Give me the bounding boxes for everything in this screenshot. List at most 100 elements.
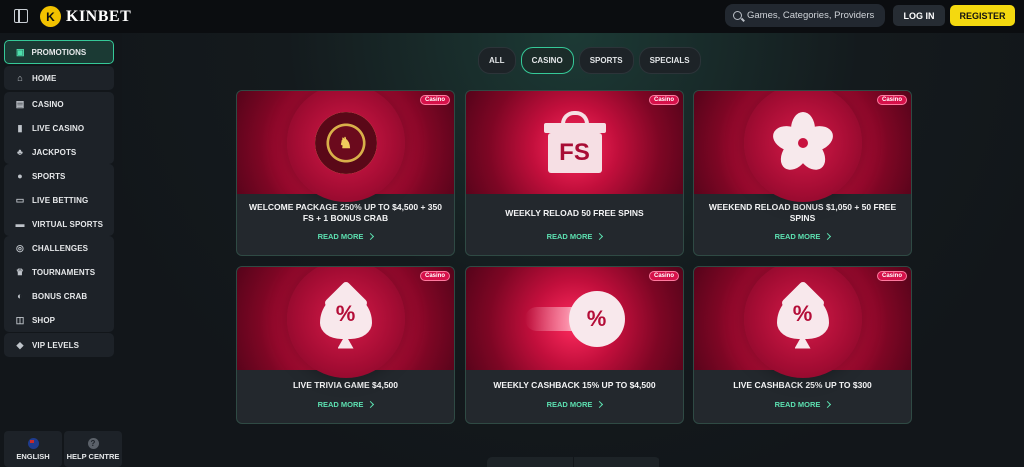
footer-tabs-partial: [487, 457, 660, 467]
promo-card[interactable]: % Casino LIVE TRIVIA GAME $4,500 READ MO…: [236, 266, 455, 424]
sidebar-item-label: CASINO: [32, 99, 64, 109]
read-more-label: READ MORE: [546, 232, 593, 241]
sidebar-item-label: JACKPOTS: [32, 147, 77, 157]
sidebar-item-jackpots[interactable]: ♣ JACKPOTS: [4, 140, 114, 164]
search-box[interactable]: [725, 4, 885, 27]
sidebar-item-label: PROMOTIONS: [31, 47, 87, 57]
sidebar-item-vip-levels[interactable]: ◆ VIP LEVELS: [4, 333, 114, 357]
help-label: HELP CENTRE: [66, 451, 120, 461]
promo-image: % Casino: [466, 267, 683, 370]
sidebar-item-label: VIRTUAL SPORTS: [32, 219, 104, 229]
promo-card[interactable]: Casino WEEKEND RELOAD BONUS $1,050 + 50 …: [693, 90, 912, 256]
promo-image: FS Casino: [466, 91, 683, 194]
tab-all[interactable]: ALL: [478, 47, 516, 74]
help-centre-button[interactable]: ? HELP CENTRE: [64, 431, 122, 467]
logo[interactable]: K KINBET: [40, 6, 131, 27]
sidebar-item-label: CHALLENGES: [32, 243, 89, 253]
sidebar-item-bonus-crab[interactable]: ◐ BONUS CRAB: [4, 284, 114, 308]
sidebar-footer: ENGLISH ? HELP CENTRE: [4, 431, 122, 467]
sidebar-item-sports[interactable]: ● SPORTS: [4, 164, 114, 188]
read-more-link[interactable]: READ MORE: [237, 232, 454, 241]
read-more-label: READ MORE: [546, 400, 593, 409]
promo-image: Casino: [694, 91, 911, 202]
read-more-link[interactable]: READ MORE: [237, 400, 454, 409]
logo-text: KINBET: [66, 7, 132, 25]
sidebar-item-live-casino[interactable]: ▮ LIVE CASINO: [4, 116, 114, 140]
sidebar-item-live-betting[interactable]: ▭ LIVE BETTING: [4, 188, 114, 212]
sidebar-item-label: SPORTS: [32, 171, 66, 181]
casino-chip-icon: ♞: [314, 111, 377, 174]
flower-icon: [769, 111, 836, 175]
slot-machine-icon: ▤: [15, 98, 25, 109]
promo-title: WEEKLY RELOAD 50 FREE SPINS: [505, 207, 644, 218]
read-more-link[interactable]: READ MORE: [694, 232, 911, 241]
home-icon: ⌂: [17, 73, 23, 83]
promo-card[interactable]: % Casino LIVE CASHBACK 25% UP TO $300 RE…: [693, 266, 912, 424]
chevron-right-icon: [824, 232, 832, 241]
chevron-right-icon: [596, 400, 604, 409]
sidebar: ▣ PROMOTIONS ⌂ HOME ▤ CASINO ▮ LIVE CASI…: [0, 33, 122, 467]
sidebar-item-label: VIP LEVELS: [32, 340, 80, 350]
australia-flag-icon: [27, 437, 39, 449]
chevron-right-icon: [367, 232, 375, 241]
login-button[interactable]: LOG IN: [893, 5, 945, 26]
footer-tab[interactable]: [574, 457, 660, 467]
read-more-link[interactable]: READ MORE: [466, 232, 683, 241]
clover-icon: ♣: [16, 147, 23, 157]
tab-sports[interactable]: SPORTS: [578, 47, 634, 74]
tab-specials[interactable]: SPECIALS: [638, 47, 701, 74]
trophy-icon: ♛: [15, 266, 25, 277]
sidebar-item-label: SHOP: [32, 315, 56, 325]
promo-image: % Casino: [694, 267, 911, 378]
live-icon: ▭: [15, 194, 25, 205]
footer-tab[interactable]: [487, 457, 574, 467]
chevron-right-icon: [596, 232, 604, 241]
search-icon: [733, 11, 742, 20]
read-more-label: READ MORE: [317, 232, 364, 241]
read-more-link[interactable]: READ MORE: [466, 400, 683, 409]
sidebar-toggle-icon[interactable]: [14, 9, 28, 23]
sidebar-item-label: BONUS CRAB: [32, 291, 88, 301]
promo-card[interactable]: % Casino WEEKLY CASHBACK 15% UP TO $4,50…: [465, 266, 684, 424]
read-more-link[interactable]: READ MORE: [694, 400, 911, 409]
category-badge: Casino: [648, 95, 679, 105]
search-input[interactable]: [747, 10, 882, 21]
chevron-right-icon: [824, 400, 832, 409]
sidebar-item-shop[interactable]: ◫ SHOP: [4, 308, 114, 332]
sidebar-item-label: LIVE BETTING: [32, 195, 89, 205]
sidebar-item-challenges[interactable]: ◎ CHALLENGES: [4, 236, 114, 260]
question-icon: ?: [87, 437, 99, 449]
read-more-label: READ MORE: [774, 232, 821, 241]
promo-tabs: ALL CASINO SPORTS SPECIALS: [478, 47, 701, 74]
card-icon: ▮: [17, 122, 23, 133]
sidebar-item-label: LIVE CASINO: [32, 123, 85, 133]
category-badge: Casino: [419, 95, 450, 105]
sidebar-group-casino: ▤ CASINO ▮ LIVE CASINO ♣ JACKPOTS: [4, 92, 114, 164]
top-header: K KINBET LOG IN REGISTER: [0, 0, 1024, 33]
language-button[interactable]: ENGLISH: [4, 431, 62, 467]
promo-card[interactable]: ♞ Casino WELCOME PACKAGE 250% UP TO $4,5…: [236, 90, 455, 256]
tab-casino[interactable]: CASINO: [520, 47, 574, 74]
medal-icon: ◎: [16, 242, 24, 253]
language-label: ENGLISH: [16, 451, 50, 461]
diamond-icon: ◆: [16, 339, 24, 350]
register-button[interactable]: REGISTER: [950, 5, 1015, 26]
sidebar-group-sports: ● SPORTS ▭ LIVE BETTING ▬ VIRTUAL SPORTS: [4, 164, 114, 236]
category-badge: Casino: [876, 95, 907, 105]
promo-image: % Casino: [237, 267, 454, 378]
gift-fs-icon: FS: [543, 110, 606, 173]
promo-card[interactable]: FS Casino WEEKLY RELOAD 50 FREE SPINS RE…: [465, 90, 684, 256]
ball-icon: ●: [17, 171, 23, 181]
sidebar-item-label: HOME: [32, 73, 57, 83]
category-badge: Casino: [648, 271, 679, 281]
sidebar-item-promotions[interactable]: ▣ PROMOTIONS: [4, 40, 114, 64]
sidebar-item-label: TOURNAMENTS: [32, 267, 96, 277]
chevron-right-icon: [367, 400, 375, 409]
sidebar-item-tournaments[interactable]: ♛ TOURNAMENTS: [4, 260, 114, 284]
category-badge: Casino: [419, 271, 450, 281]
sidebar-item-virtual-sports[interactable]: ▬ VIRTUAL SPORTS: [4, 212, 114, 236]
rocket-percent-icon: %: [524, 289, 625, 349]
category-badge: Casino: [876, 271, 907, 281]
sidebar-item-casino[interactable]: ▤ CASINO: [4, 92, 114, 116]
sidebar-item-home[interactable]: ⌂ HOME: [4, 66, 114, 90]
